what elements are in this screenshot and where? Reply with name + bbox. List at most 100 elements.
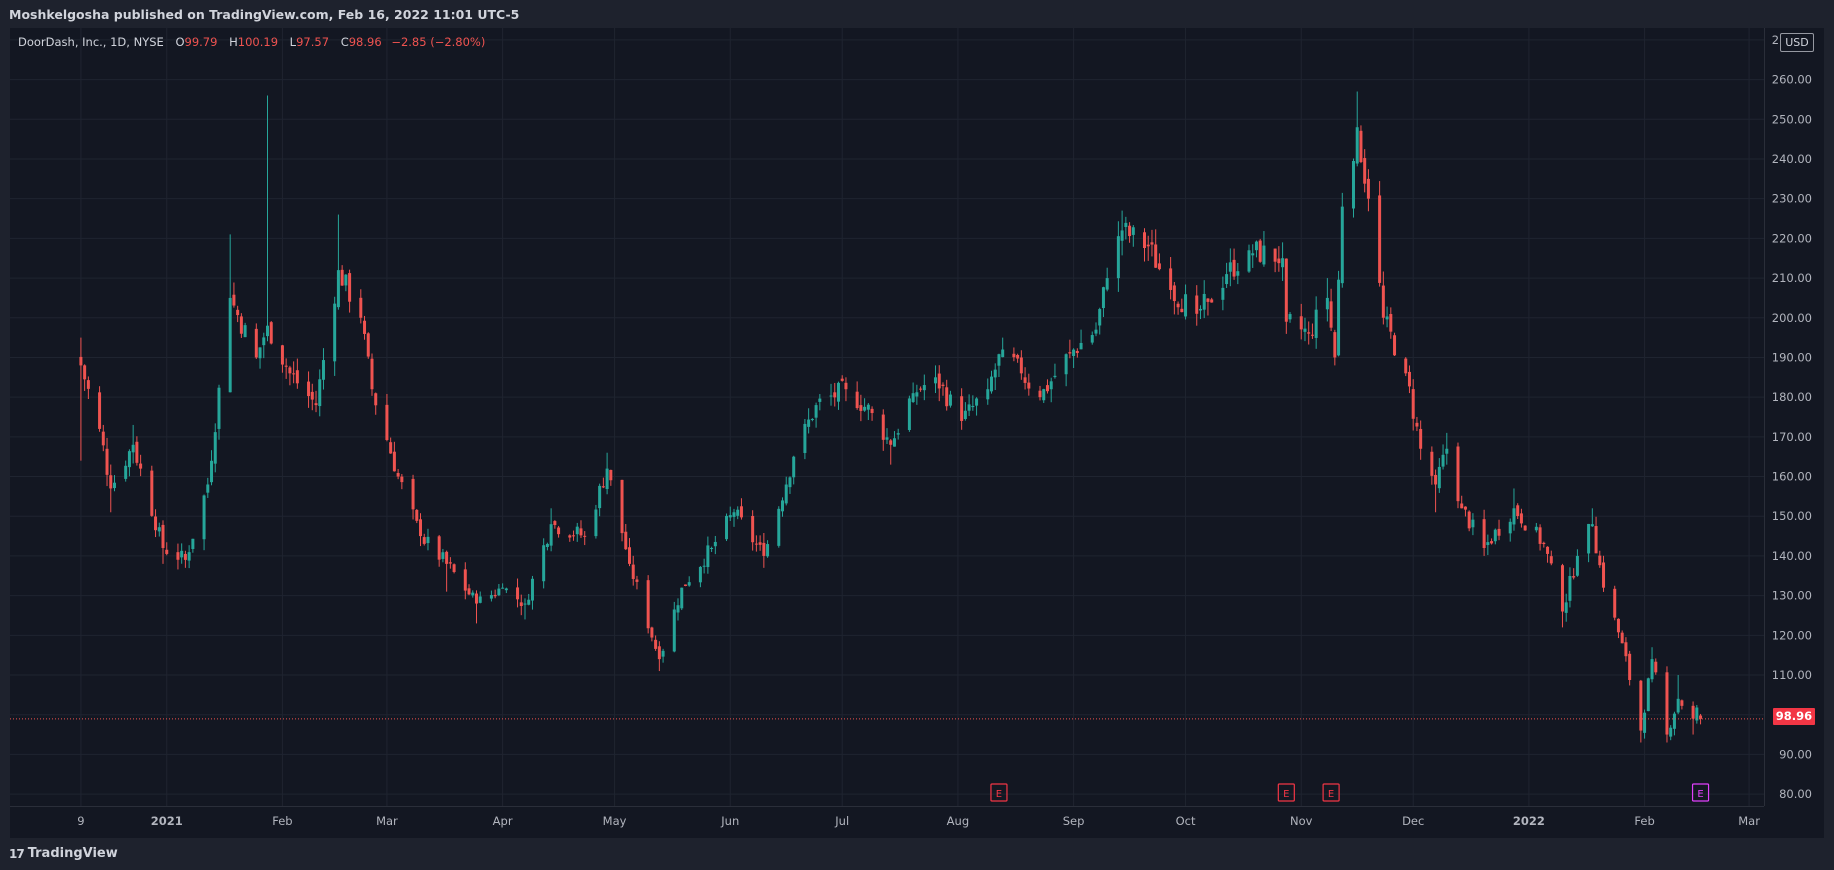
candle-body (1355, 127, 1359, 164)
candle-body (374, 393, 378, 406)
currency-button[interactable]: USD (1780, 33, 1814, 52)
candle-body (1101, 287, 1105, 309)
time-tick-label: Apr (493, 814, 513, 828)
candle-body (489, 595, 493, 599)
price-tick-label: 250.00 (1772, 112, 1812, 126)
candle-body (1411, 389, 1415, 419)
candle-body (236, 309, 240, 316)
candle-body (1288, 314, 1292, 320)
candle-body (1105, 278, 1109, 290)
tradingview-logo-icon: 17 (9, 846, 25, 861)
candle-body (758, 542, 762, 545)
candle-body (366, 333, 370, 357)
candle-body (609, 469, 613, 481)
candle-body (1072, 349, 1076, 357)
tradingview-logo[interactable]: 17 TradingView (9, 846, 118, 861)
candle-body (437, 536, 441, 560)
candle-body (683, 584, 687, 586)
candle-body (1363, 158, 1367, 184)
candle-body (784, 484, 788, 504)
time-tick-label: Sep (1063, 814, 1085, 828)
candle-body (1340, 206, 1344, 284)
candle-body (1415, 422, 1419, 427)
candle-body (101, 431, 105, 446)
close-value: 98.96 (348, 35, 382, 49)
candle-body (975, 398, 979, 406)
candle-body (1075, 350, 1079, 354)
candle-body (1337, 279, 1341, 356)
candle-body (400, 476, 404, 483)
candle-body (1456, 446, 1460, 502)
candle-body (202, 495, 206, 540)
candle-body (1325, 297, 1329, 310)
candle-body (307, 381, 311, 397)
candle-body (572, 535, 576, 537)
candle-body (575, 526, 579, 535)
candle-body (1090, 335, 1094, 343)
candle-body (863, 406, 867, 411)
candle-body (392, 451, 396, 472)
candle-body (728, 515, 732, 518)
time-tick-label: Mar (1738, 814, 1760, 828)
candle-body (657, 646, 661, 660)
candle-body (295, 370, 299, 384)
candle-body (725, 515, 729, 540)
candle-body (1023, 377, 1027, 383)
candle-body (1124, 222, 1128, 228)
candle-body (266, 325, 270, 337)
candle-body (594, 509, 598, 537)
candle-body (1299, 316, 1303, 330)
candle-body (1620, 632, 1624, 644)
candle-body (1254, 241, 1258, 251)
candle-body (1169, 268, 1173, 290)
candle-body (1389, 314, 1393, 332)
candle-body (344, 274, 348, 286)
candle-body (1184, 294, 1188, 317)
candle-body (474, 593, 478, 604)
candle-body (672, 609, 676, 652)
candle-body (284, 365, 288, 367)
open-label: O (175, 35, 185, 49)
candle-body (124, 465, 128, 479)
candle-body (86, 380, 90, 389)
candle-body (911, 393, 915, 403)
candle-body (154, 516, 158, 531)
candle-body (1094, 329, 1098, 334)
price-tick-label: 260.00 (1772, 73, 1812, 87)
candle-body (1064, 354, 1068, 375)
candle-body (781, 500, 785, 512)
candle-body (310, 391, 314, 400)
candle-body (1303, 328, 1307, 332)
candle-body (680, 587, 684, 609)
candle-body (997, 354, 1001, 366)
time-tick-label: Jun (720, 814, 739, 828)
candle-body (792, 456, 796, 478)
candle-body (1225, 274, 1229, 285)
candle-body (135, 441, 139, 463)
candle-body (650, 627, 654, 638)
candle-body (1523, 525, 1527, 531)
candle-body (396, 472, 400, 477)
time-tick-label: 2022 (1513, 814, 1545, 828)
close-label: C (340, 35, 349, 49)
candle-body (463, 569, 467, 591)
candle-body (1572, 576, 1576, 578)
price-chart[interactable]: EEEE 270.00260.00250.00240.00230.00220.0… (0, 0, 1834, 838)
candle-body (766, 544, 770, 557)
candle-body (1027, 382, 1031, 389)
candle-body (627, 547, 631, 564)
candle-body (1587, 523, 1591, 554)
candle-body (232, 294, 236, 306)
candle-body (422, 537, 426, 544)
candle-body (519, 602, 523, 607)
candle-body (1650, 659, 1654, 680)
candle-body (1001, 349, 1005, 358)
candle-body (788, 477, 792, 488)
candle-body (986, 389, 990, 400)
candle-body (441, 552, 445, 559)
candle-body (1564, 602, 1568, 613)
candle-body (1333, 332, 1337, 358)
candle-body (1098, 309, 1102, 326)
candle-body (1157, 263, 1161, 270)
candle-body (348, 273, 352, 302)
